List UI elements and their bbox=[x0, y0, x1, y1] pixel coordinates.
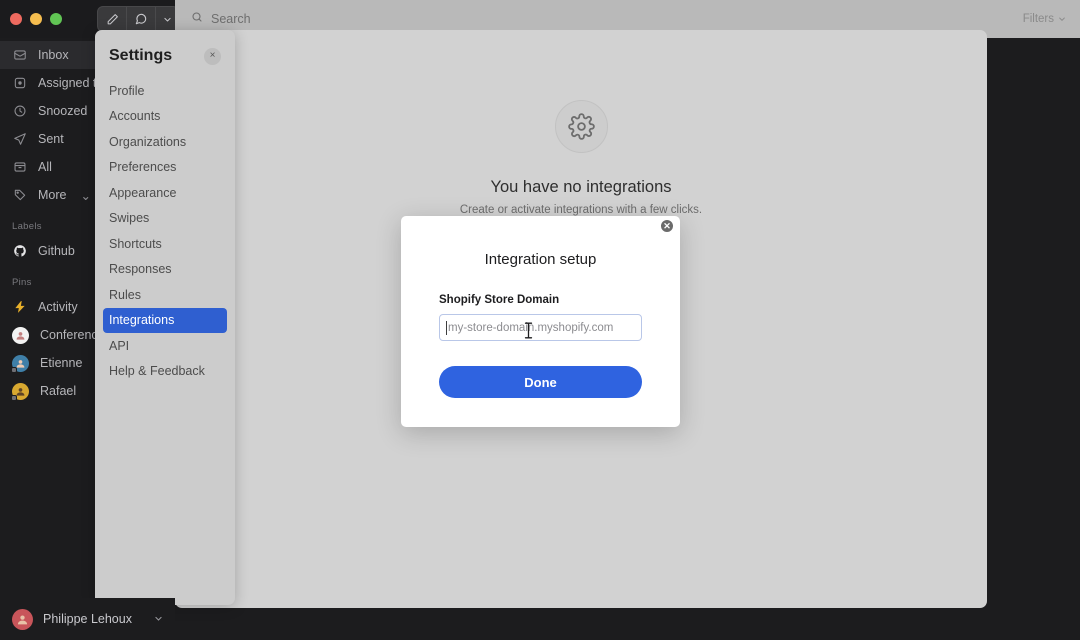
i-beam-cursor bbox=[524, 322, 533, 344]
close-icon[interactable]: ✕ bbox=[660, 219, 674, 233]
app-window: Search Filters Inbox bbox=[0, 0, 1080, 640]
shopify-domain-label: Shopify Store Domain bbox=[439, 294, 642, 306]
dialog-body: Shopify Store Domain my-store-domain.mys… bbox=[401, 268, 680, 398]
shopify-domain-input[interactable]: my-store-domain.myshopify.com bbox=[439, 314, 642, 341]
integration-setup-dialog: ✕ Integration setup Shopify Store Domain… bbox=[401, 216, 680, 427]
text-caret bbox=[446, 321, 447, 335]
done-button[interactable]: Done bbox=[439, 366, 642, 398]
screen: Search Filters Inbox bbox=[0, 0, 1080, 640]
dialog-title: Integration setup bbox=[401, 216, 680, 268]
